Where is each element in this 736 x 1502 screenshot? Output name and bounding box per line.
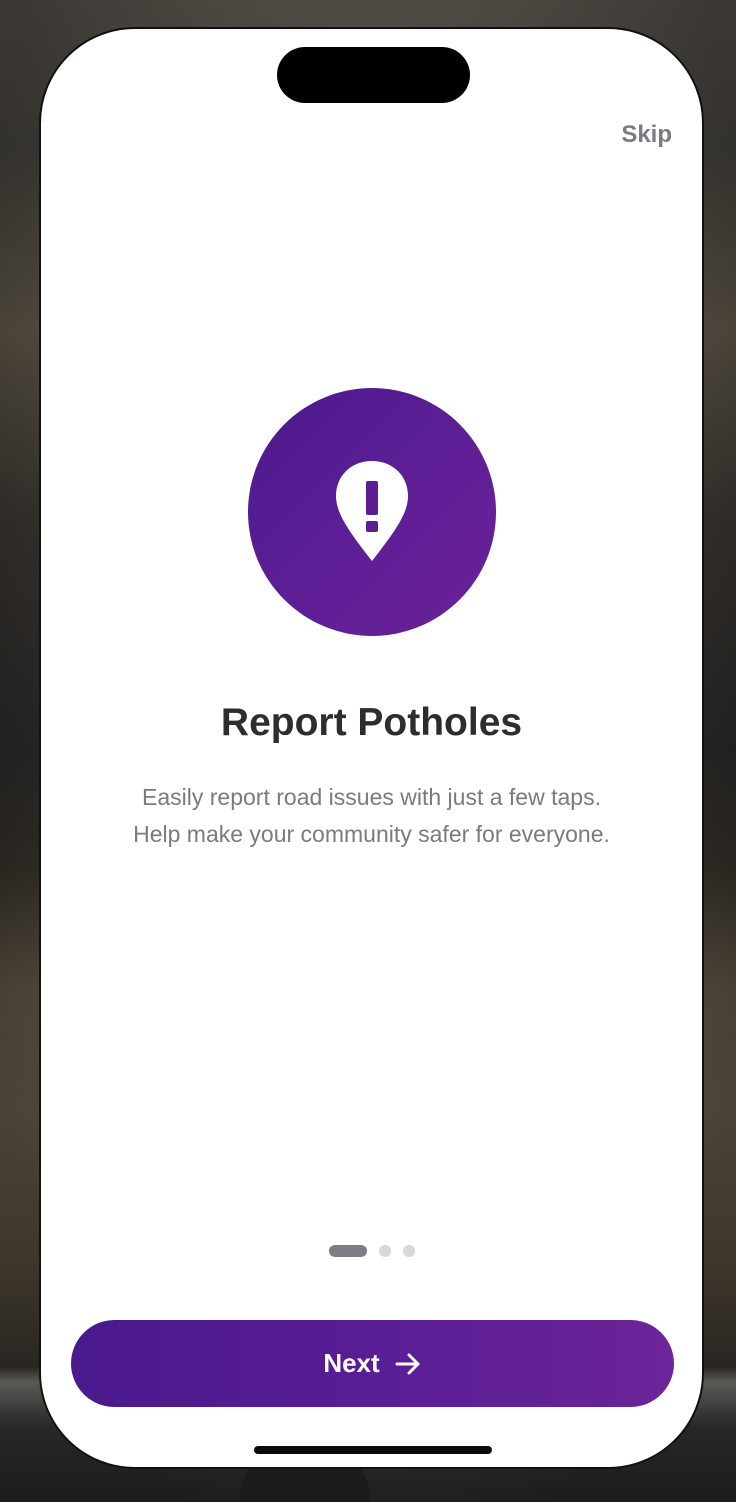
- home-indicator[interactable]: [254, 1446, 492, 1454]
- page-indicator[interactable]: [41, 1245, 702, 1257]
- page-dot[interactable]: [402, 1245, 415, 1257]
- page-dot[interactable]: [378, 1245, 391, 1257]
- next-button[interactable]: Next: [71, 1320, 674, 1407]
- skip-button[interactable]: Skip: [621, 121, 672, 149]
- page-dot-active[interactable]: [328, 1245, 367, 1257]
- next-button-label: Next: [323, 1348, 380, 1378]
- phone-frame: Skip Report Potholes Easily report road …: [39, 27, 704, 1469]
- arrow-right-icon: [395, 1353, 420, 1374]
- page-description: Easily report road issues with just a fe…: [133, 784, 610, 847]
- page-title: Report Potholes: [220, 701, 523, 744]
- dynamic-island: [277, 47, 470, 103]
- map-pin-exclamation-icon: [336, 461, 408, 561]
- hero-circle: [248, 388, 496, 636]
